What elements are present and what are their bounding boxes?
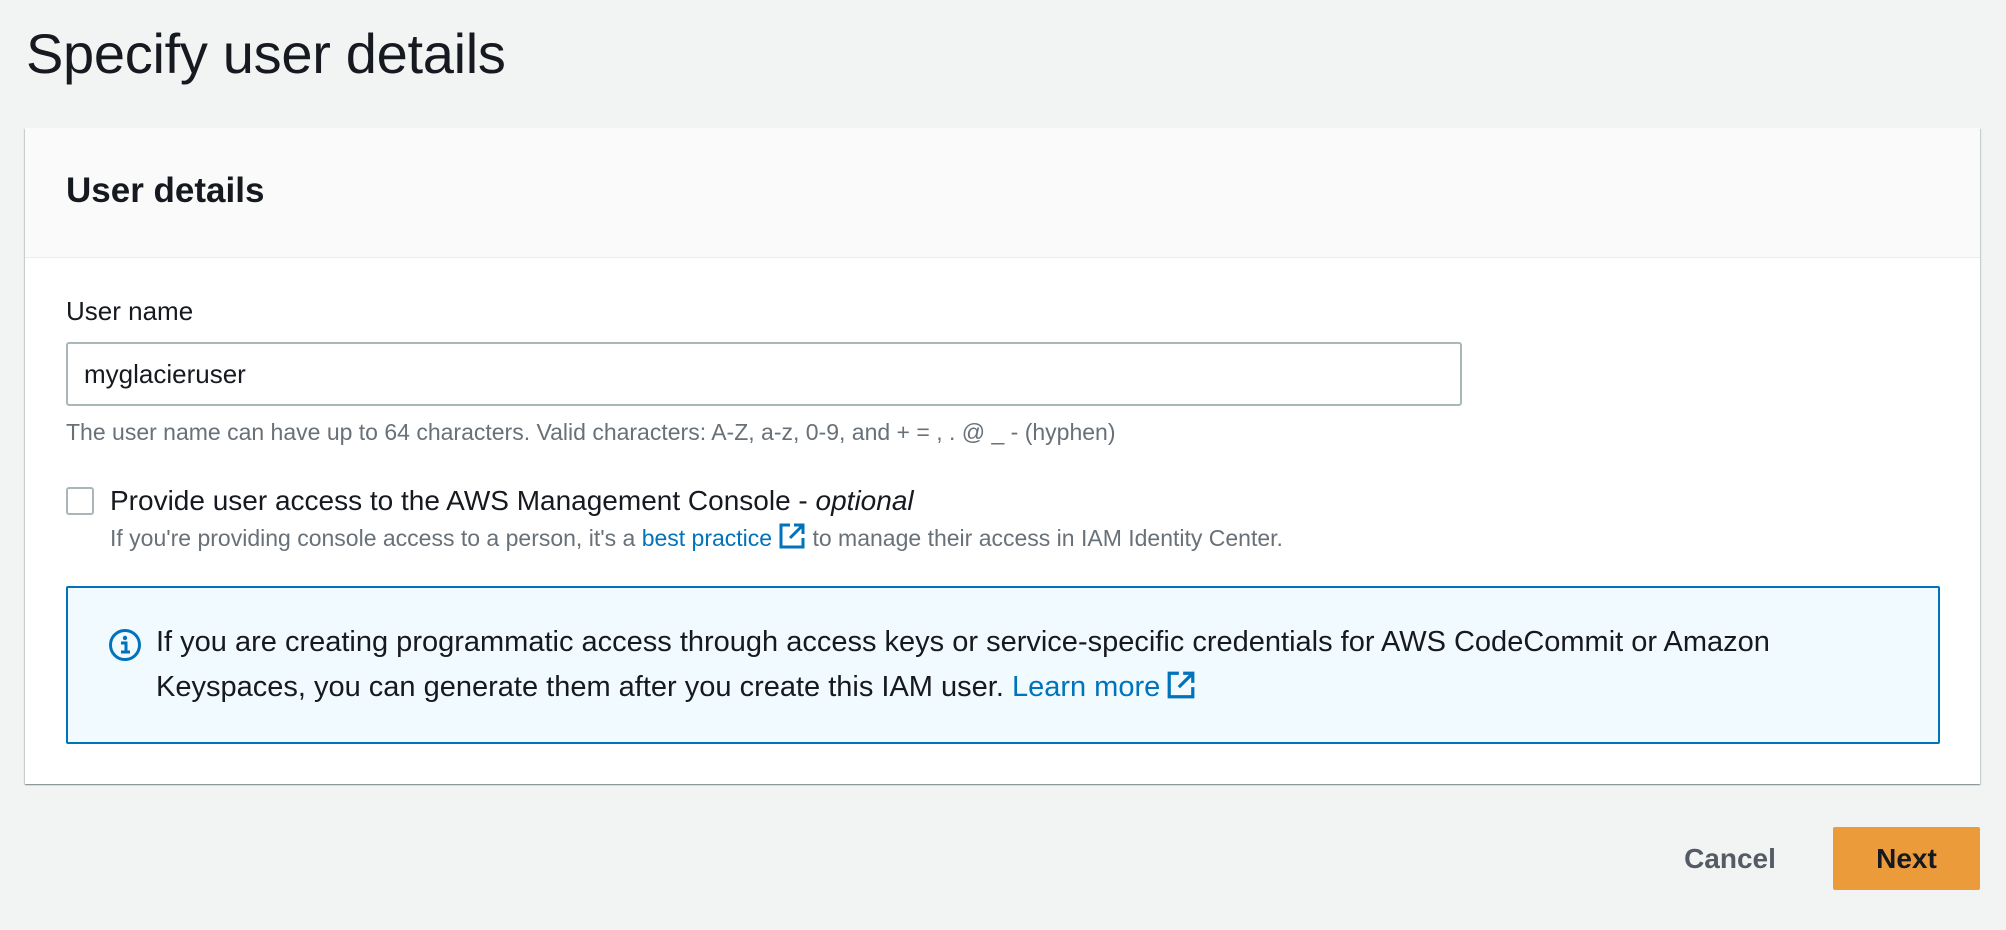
- optional-label: optional: [815, 485, 914, 516]
- learn-more-link[interactable]: Learn more: [1012, 671, 1196, 703]
- info-message: If you are creating programmatic access …: [156, 626, 1770, 703]
- console-access-label[interactable]: Provide user access to the AWS Managemen…: [110, 483, 914, 519]
- info-text: If you are creating programmatic access …: [156, 620, 1916, 714]
- cancel-button[interactable]: Cancel: [1660, 828, 1800, 890]
- console-access-label-text: Provide user access to the AWS Managemen…: [110, 485, 816, 516]
- console-access-description: If you're providing console access to a …: [110, 522, 1283, 558]
- user-name-label: User name: [66, 296, 194, 326]
- console-access-checkbox[interactable]: [66, 487, 94, 515]
- card-header: User details: [25, 128, 1980, 258]
- external-link-icon: [1166, 669, 1196, 714]
- best-practice-link[interactable]: best practice: [641, 523, 806, 551]
- next-button[interactable]: Next: [1833, 827, 1980, 890]
- user-name-input[interactable]: [66, 342, 1462, 406]
- learn-more-link-text: Learn more: [1011, 671, 1161, 703]
- best-practice-link-text: best practice: [641, 525, 773, 551]
- card-title: User details: [66, 171, 265, 210]
- console-access-desc-before: If you're providing console access to a …: [110, 525, 642, 551]
- console-access-desc-after: to manage their access in IAM Identity C…: [806, 525, 1283, 551]
- user-name-hint: The user name can have up to 64 characte…: [66, 419, 1116, 445]
- info-alert: If you are creating programmatic access …: [66, 586, 1940, 744]
- user-details-card: User details User name The user name can…: [25, 128, 1980, 784]
- info-icon: [108, 628, 142, 662]
- external-link-icon: [778, 522, 806, 558]
- page-title: Specify user details: [26, 22, 506, 85]
